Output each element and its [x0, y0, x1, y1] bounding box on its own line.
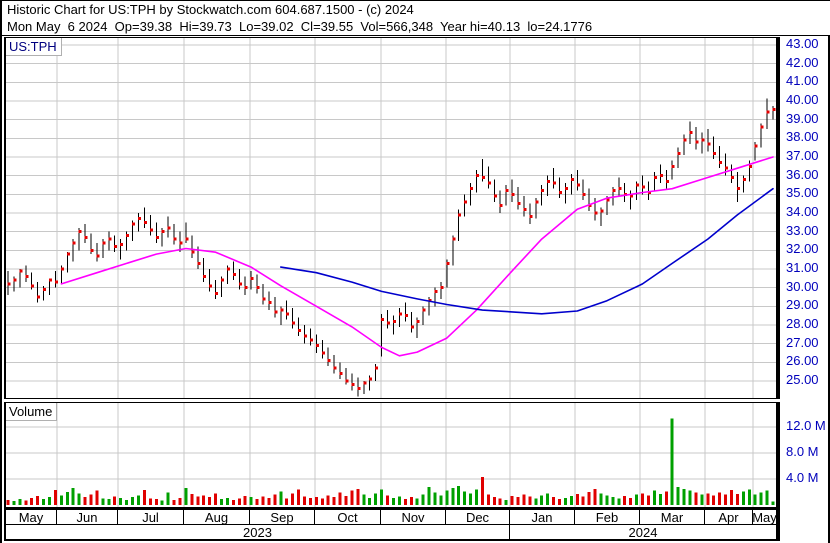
price-tick-label: 34.00	[786, 204, 819, 219]
price-tick-label: 35.00	[786, 185, 819, 201]
volume-chart-canvas	[6, 403, 776, 507]
price-tick-label: 38.00	[786, 129, 819, 145]
month-label-mar: Mar	[640, 510, 705, 525]
volume-tick-label: 4.0 M	[786, 470, 819, 485]
month-label-may: May	[752, 509, 777, 525]
price-tick-label: 25.00	[786, 372, 819, 387]
month-label-feb: Feb	[575, 510, 640, 525]
price-pane	[4, 37, 780, 399]
header-quote-line: Mon May 6 2024 Op=39.38 Hi=39.73 Lo=39.0…	[7, 19, 593, 34]
price-tick-label: 32.00	[786, 241, 819, 257]
month-label-oct: Oct	[315, 510, 381, 525]
volume-pane	[4, 402, 780, 508]
month-label-may: May	[6, 510, 57, 525]
month-axis-strip: May Jun Jul Aug Sep Oct Nov Dec Jan Feb Mar Apr May	[4, 508, 780, 525]
month-label-jul: Jul	[118, 510, 184, 525]
price-tick-label: 30.00	[786, 278, 819, 294]
price-tick-label: 29.00	[786, 297, 819, 313]
volume-pane-label: Volume	[6, 403, 58, 421]
volume-tick-label: 8.0 M	[786, 444, 819, 459]
stockwatch-historic-chart: Historic Chart for US:TPH by Stockwatch.…	[0, 0, 830, 543]
price-tick-label: 33.00	[786, 222, 819, 238]
price-tick-label: 27.00	[786, 334, 819, 350]
ma-slow-line	[279, 187, 774, 315]
price-tick-label: 43.00	[786, 36, 819, 51]
outer-frame-left	[0, 0, 2, 543]
ticker-label: US:TPH	[6, 38, 62, 56]
month-label-dec: Dec	[446, 510, 510, 525]
price-tick-label: 41.00	[786, 73, 819, 89]
header-title: Historic Chart for US:TPH by Stockwatch.…	[7, 2, 414, 17]
price-tick-label: 37.00	[786, 148, 819, 163]
volume-bars	[6, 418, 775, 505]
price-tick-label: 36.00	[786, 166, 819, 182]
month-label-nov: Nov	[381, 510, 446, 525]
price-tick-label: 26.00	[786, 353, 819, 369]
month-label-sep: Sep	[250, 510, 315, 525]
volume-gridlines	[6, 403, 776, 507]
price-chart-canvas	[6, 38, 776, 398]
month-label-apr: Apr	[705, 510, 753, 525]
price-tick-label: 31.00	[786, 260, 819, 275]
month-label-jan: Jan	[510, 510, 575, 525]
year-label-2023: 2023	[6, 525, 510, 540]
price-tick-label: 39.00	[786, 110, 819, 126]
year-label-2024: 2024	[628, 524, 658, 540]
price-tick-label: 42.00	[786, 54, 819, 70]
month-label-jun: Jun	[57, 510, 118, 525]
chart-header: Historic Chart for US:TPH by Stockwatch.…	[0, 0, 830, 36]
month-label-aug: Aug	[184, 510, 250, 525]
volume-tick-label: 12.0 M	[786, 418, 826, 433]
price-gridlines	[6, 38, 776, 398]
price-tick-label: 40.00	[786, 92, 819, 107]
price-tick-label: 28.00	[786, 316, 819, 331]
year-axis-strip: 2023 2024	[4, 525, 780, 541]
